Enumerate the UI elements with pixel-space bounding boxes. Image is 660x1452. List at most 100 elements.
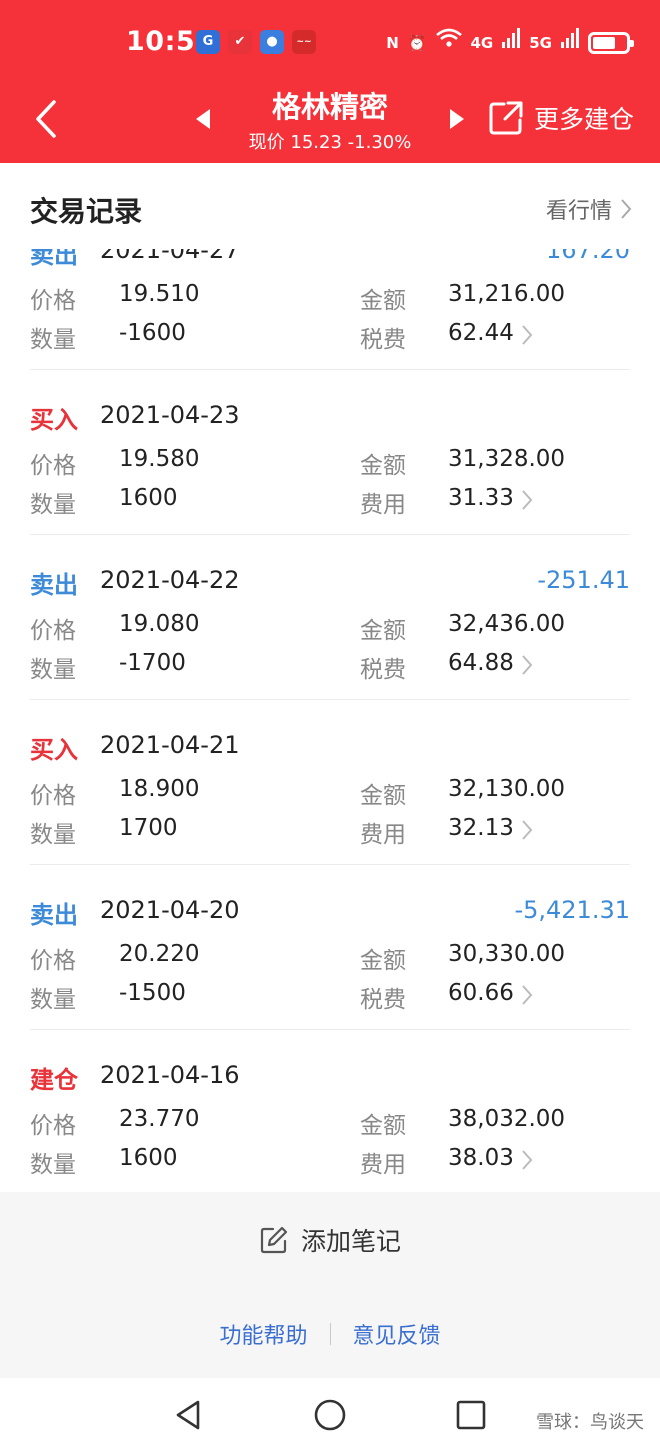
watermark: 雪球：鸟谈天 — [536, 1412, 644, 1433]
trade-record: 建仓 2021-04-16 价格 23.770 金额 38,032.00 数量 … — [30, 1030, 630, 1192]
quantity-value: -1700 — [119, 650, 186, 676]
chevron-right-icon[interactable] — [520, 1148, 534, 1172]
app-notification-icon: G — [196, 30, 220, 54]
price-label: 价格 — [30, 618, 76, 644]
chevron-right-icon — [621, 199, 632, 219]
amount-label: 金额 — [360, 288, 406, 314]
amount-value: 31,328.00 — [448, 446, 566, 472]
chevron-right-icon[interactable] — [520, 653, 534, 677]
trade-type: 买入 — [30, 406, 78, 434]
fee-label: 费用 — [360, 492, 406, 518]
quantity-label: 数量 — [30, 492, 76, 518]
trade-date: 2021-04-21 — [100, 731, 240, 759]
nav-recents-icon[interactable] — [454, 1398, 488, 1432]
amount-value: 31,216.00 — [448, 281, 566, 307]
triangle-right-icon — [450, 109, 464, 129]
fee-value[interactable]: 38.03 — [448, 1145, 514, 1171]
price-label: 价格 — [30, 453, 76, 479]
price-label: 价格 — [30, 783, 76, 809]
help-link[interactable]: 功能帮助 — [219, 1318, 307, 1350]
add-note-label: 添加笔记 — [300, 1227, 401, 1256]
amount-label: 金额 — [360, 618, 406, 644]
quantity-value: -1600 — [119, 320, 186, 346]
trade-profit-loss: -5,421.31 — [514, 896, 630, 924]
status-bar: 10:59 G ✔ ● ~~ N ⏰ 4G 5G — [0, 22, 660, 66]
price-label: 价格 — [30, 288, 76, 314]
app-notification-icon: ~~ — [292, 30, 316, 54]
nfc-icon: N — [386, 34, 399, 52]
notification-icons: G ✔ ● ~~ — [196, 30, 316, 54]
quantity-label: 数量 — [30, 987, 76, 1013]
system-nav-bar: 雪球：鸟谈天 — [0, 1378, 660, 1452]
trade-date: 2021-04-23 — [100, 401, 240, 429]
more-positions-button[interactable]: 更多建仓 — [488, 100, 634, 136]
quantity-value: -1500 — [119, 980, 186, 1006]
app-notification-icon: ● — [260, 30, 284, 54]
chevron-right-icon[interactable] — [520, 983, 534, 1007]
fee-label: 税费 — [360, 987, 406, 1013]
trade-type: 卖出 — [30, 571, 78, 599]
app-notification-icon: ✔ — [228, 30, 252, 54]
chevron-right-icon[interactable] — [520, 488, 534, 512]
fee-label: 费用 — [360, 1152, 406, 1178]
chevron-right-icon[interactable] — [520, 818, 534, 842]
chevron-right-icon[interactable] — [520, 323, 534, 347]
fee-label: 费用 — [360, 822, 406, 848]
trade-records-list[interactable]: 卖出 2021-04-27 167.20 价格 19.510 金额 31,216… — [0, 249, 660, 1192]
nav-home-icon[interactable] — [313, 1398, 347, 1432]
price-value: 19.510 — [119, 281, 200, 307]
page-footer: 添加笔记 功能帮助 意见反馈 — [0, 1192, 660, 1378]
fee-label: 税费 — [360, 657, 406, 683]
view-quote-label: 看行情 — [545, 199, 612, 224]
share-external-icon — [489, 101, 523, 135]
signal-4g-icon: 4G — [470, 34, 494, 52]
amount-label: 金额 — [360, 783, 406, 809]
fee-value[interactable]: 60.66 — [448, 980, 514, 1006]
more-positions-label: 更多建仓 — [534, 105, 635, 134]
price-value: 23.770 — [119, 1106, 200, 1132]
trade-profit-loss: -251.41 — [537, 566, 630, 594]
trade-record: 卖出 2021-04-20 -5,421.31 价格 20.220 金额 30,… — [30, 865, 630, 1030]
trade-profit-loss: 167.20 — [546, 249, 630, 264]
price-value: 20.220 — [119, 941, 200, 967]
trade-date: 2021-04-22 — [100, 566, 240, 594]
edit-note-icon — [260, 1226, 288, 1254]
price-label: 价格 — [30, 1113, 76, 1139]
fee-label: 税费 — [360, 327, 406, 353]
nav-back-icon[interactable] — [172, 1398, 206, 1432]
trade-record: 买入 2021-04-23 价格 19.580 金额 31,328.00 数量 … — [30, 370, 630, 535]
add-note-button[interactable]: 添加笔记 — [0, 1222, 660, 1258]
trade-type: 卖出 — [30, 901, 78, 929]
amount-label: 金额 — [360, 948, 406, 974]
quantity-label: 数量 — [30, 657, 76, 683]
trade-record: 买入 2021-04-21 价格 18.900 金额 32,130.00 数量 … — [30, 700, 630, 865]
trade-record: 卖出 2021-04-22 -251.41 价格 19.080 金额 32,43… — [30, 535, 630, 700]
quantity-value: 1700 — [119, 815, 178, 841]
feedback-link[interactable]: 意见反馈 — [353, 1318, 441, 1350]
app-header: 10:59 G ✔ ● ~~ N ⏰ 4G 5G 格林精密 现价 15.23 -… — [0, 0, 660, 163]
amount-label: 金额 — [360, 1113, 406, 1139]
amount-value: 38,032.00 — [448, 1106, 566, 1132]
section-header: 交易记录 看行情 — [0, 163, 660, 249]
trade-date: 2021-04-20 — [100, 896, 240, 924]
fee-value[interactable]: 62.44 — [448, 320, 514, 346]
system-icons: N ⏰ 4G 5G — [386, 28, 634, 58]
trade-date: 2021-04-16 — [100, 1061, 240, 1089]
fee-value[interactable]: 32.13 — [448, 815, 514, 841]
signal-bars-icon — [561, 28, 579, 58]
view-quote-link[interactable]: 看行情 — [546, 193, 632, 225]
signal-5g-icon: 5G — [529, 34, 552, 52]
signal-bars-icon — [502, 28, 521, 58]
price-value: 19.580 — [119, 446, 200, 472]
battery-icon — [588, 32, 634, 54]
fee-value[interactable]: 31.33 — [448, 485, 514, 511]
link-divider — [329, 1323, 331, 1345]
quantity-value: 1600 — [119, 1145, 178, 1171]
fee-value[interactable]: 64.88 — [448, 650, 514, 676]
price-label: 价格 — [30, 948, 76, 974]
trade-record: 卖出 2021-04-27 167.20 价格 19.510 金额 31,216… — [30, 249, 630, 370]
price-value: 19.080 — [119, 611, 200, 637]
next-stock-button[interactable] — [446, 107, 468, 131]
amount-value: 32,436.00 — [448, 611, 566, 637]
quantity-label: 数量 — [30, 822, 76, 848]
